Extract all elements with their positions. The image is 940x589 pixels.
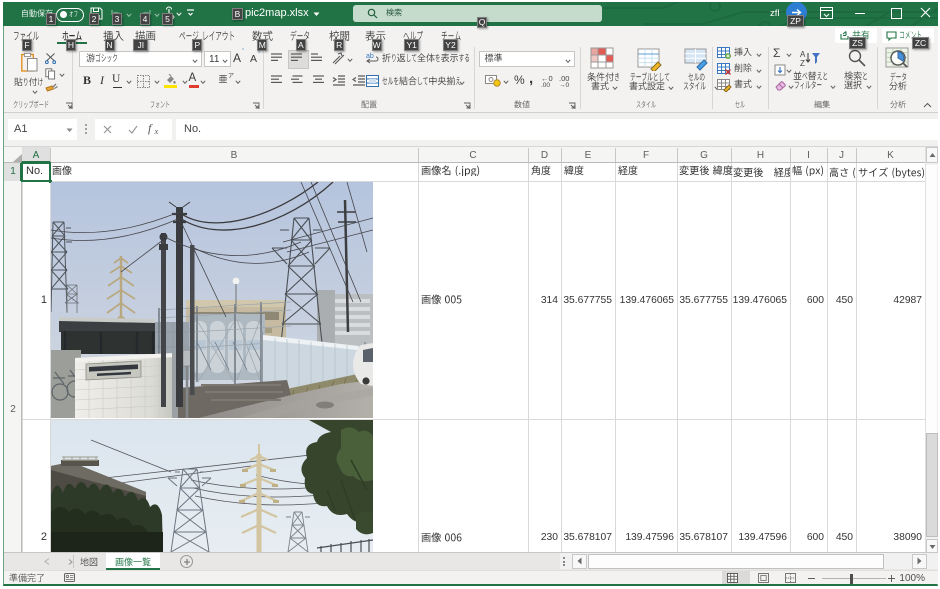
svg-text:.00: .00 [541, 82, 550, 87]
svg-text:Z: Z [800, 59, 805, 68]
svg-text:→0: →0 [559, 82, 570, 87]
svg-text:A: A [800, 50, 806, 59]
